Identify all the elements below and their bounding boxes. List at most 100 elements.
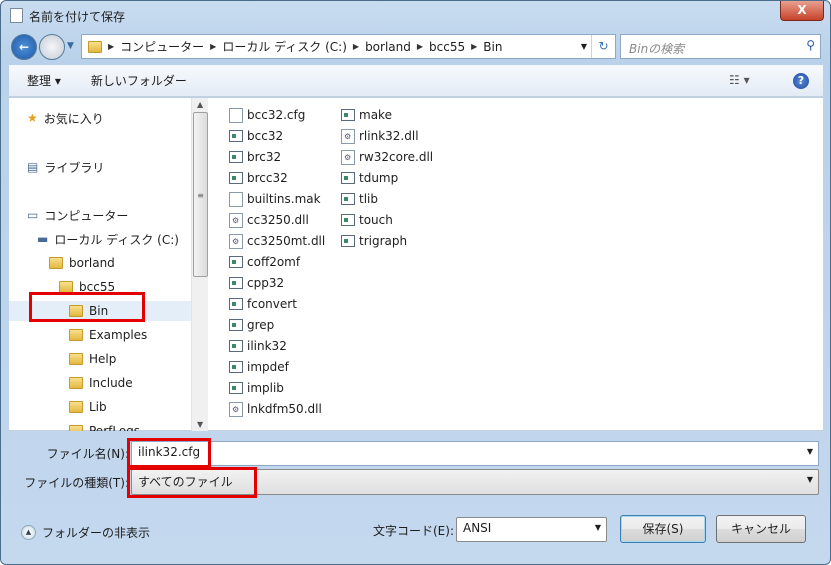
refresh-icon[interactable]: ↻: [591, 35, 615, 58]
window-title: 名前を付けて保存: [29, 10, 126, 24]
organize-button[interactable]: 整理 ▾: [27, 72, 61, 89]
file-item[interactable]: brcc32: [229, 168, 288, 188]
tree-item-label: Lib: [89, 400, 107, 414]
tree-item[interactable]: ▭ コンピューター: [27, 205, 128, 225]
file-item[interactable]: bcc32: [229, 126, 283, 146]
scroll-down-icon[interactable]: ▼: [197, 420, 203, 429]
highlight-box: [127, 467, 257, 498]
scrollbar-thumb[interactable]: ≡: [193, 112, 208, 277]
file-list: bcc32.cfg bcc32 brc32 brcc32 builtins.mak cc3…: [208, 98, 823, 431]
file-item[interactable]: fconvert: [229, 294, 297, 314]
file-item[interactable]: make: [341, 105, 392, 125]
file-name: cc3250.dll: [247, 213, 309, 227]
tree-item[interactable]: PerfLogs: [69, 421, 140, 431]
chevron-right-icon[interactable]: ▶: [471, 42, 477, 51]
filetype-dropdown-icon[interactable]: ▼: [807, 475, 813, 484]
forward-button[interactable]: [39, 34, 65, 60]
file-item[interactable]: rw32core.dll: [341, 147, 433, 167]
file-item[interactable]: tdump: [341, 168, 398, 188]
breadcrumb-bin[interactable]: Bin: [483, 40, 502, 54]
tree-item[interactable]: ▬ ローカル ディスク (C:): [37, 229, 179, 249]
breadcrumb-borland[interactable]: borland: [365, 40, 411, 54]
encoding-dropdown-icon[interactable]: ▼: [595, 523, 601, 532]
tree-item-label: Examples: [89, 328, 148, 342]
star-icon: ★: [27, 111, 38, 125]
file-name: coff2omf: [247, 255, 301, 269]
breadcrumb-bcc55[interactable]: bcc55: [429, 40, 465, 54]
save-as-dialog: 名前を付けて保存 X ← ▼ ▶ コンピューター ▶ ローカル ディスク (C:…: [0, 0, 831, 565]
new-folder-button[interactable]: 新しいフォルダー: [91, 72, 187, 89]
breadcrumb-computer[interactable]: コンピューター: [120, 38, 204, 55]
file-name: trigraph: [359, 234, 408, 248]
file-item[interactable]: ilink32: [229, 336, 287, 356]
search-icon[interactable]: ⚲: [806, 38, 815, 52]
search-input[interactable]: Binの検索 ⚲: [620, 34, 821, 59]
file-item[interactable]: builtins.mak: [229, 189, 321, 209]
file-item[interactable]: cpp32: [229, 273, 284, 293]
recent-pages-dropdown[interactable]: ▼: [67, 41, 74, 51]
folder-icon: [49, 257, 63, 269]
search-placeholder: Binの検索: [629, 42, 685, 56]
drive-icon: ▬: [37, 232, 49, 246]
file-item[interactable]: implib: [229, 378, 284, 398]
file-item[interactable]: impdef: [229, 357, 289, 377]
file-item[interactable]: cc3250mt.dll: [229, 231, 325, 251]
chevron-up-icon: ▲: [21, 525, 36, 540]
file-name: brcc32: [247, 171, 288, 185]
address-dropdown-icon[interactable]: ▼: [581, 42, 587, 51]
tree-item-label: Help: [89, 352, 117, 366]
file-item[interactable]: bcc32.cfg: [229, 105, 305, 125]
chevron-right-icon[interactable]: ▶: [210, 42, 216, 51]
tree-item[interactable]: ★ お気に入り: [27, 108, 104, 128]
application-icon: [229, 277, 243, 289]
file-item[interactable]: coff2omf: [229, 252, 300, 272]
chevron-right-icon[interactable]: ▶: [353, 42, 359, 51]
save-button[interactable]: 保存(S): [620, 515, 706, 543]
tree-item-label: PerfLogs: [89, 424, 141, 431]
hide-folders-toggle[interactable]: ▲ フォルダーの非表示: [21, 524, 150, 541]
file-name: brc32: [247, 150, 282, 164]
address-bar[interactable]: ▶ コンピューター ▶ ローカル ディスク (C:) ▶ borland ▶ b…: [81, 34, 616, 59]
file-item[interactable]: lnkdfm50.dll: [229, 399, 322, 419]
back-button[interactable]: ←: [11, 34, 37, 60]
application-icon: [229, 172, 243, 184]
dll-file-icon: [229, 233, 243, 249]
file-item[interactable]: tlib: [341, 189, 378, 209]
filename-input[interactable]: ilink32.cfg ▼: [131, 441, 819, 466]
encoding-select[interactable]: ANSI ▼: [456, 517, 607, 542]
tree-item-label: Include: [89, 376, 133, 390]
tree-item[interactable]: Lib: [69, 397, 107, 417]
view-options-icon[interactable]: ☷ ▾: [729, 73, 750, 87]
tree-scrollbar[interactable]: ▲ ≡ ▼: [191, 98, 208, 431]
file-item[interactable]: rlink32.dll: [341, 126, 419, 146]
breadcrumb-local-disk[interactable]: ローカル ディスク (C:): [222, 38, 347, 55]
chevron-right-icon[interactable]: ▶: [108, 42, 114, 51]
tree-item-label: borland: [69, 256, 115, 270]
application-icon: [229, 256, 243, 268]
chevron-right-icon[interactable]: ▶: [417, 42, 423, 51]
file-item[interactable]: brc32: [229, 147, 281, 167]
tree-item-label: ライブラリ: [44, 160, 105, 175]
file-item[interactable]: grep: [229, 315, 274, 335]
scroll-up-icon[interactable]: ▲: [197, 100, 203, 109]
tree-item[interactable]: ▤ ライブラリ: [27, 157, 104, 177]
file-item[interactable]: trigraph: [341, 231, 407, 251]
file-name: cc3250mt.dll: [247, 234, 326, 248]
tree-item[interactable]: Help: [69, 349, 116, 369]
computer-icon: ▭: [27, 208, 39, 222]
file-name: builtins.mak: [247, 192, 321, 206]
close-button[interactable]: X: [780, 1, 824, 21]
tree-item[interactable]: Examples: [69, 325, 147, 345]
highlight-box: [29, 292, 145, 322]
file-item[interactable]: touch: [341, 210, 393, 230]
file-name: lnkdfm50.dll: [247, 402, 322, 416]
tree-item[interactable]: Include: [69, 373, 133, 393]
file-item[interactable]: cc3250.dll: [229, 210, 309, 230]
tree-item[interactable]: borland: [49, 253, 115, 273]
filename-dropdown-icon[interactable]: ▼: [807, 447, 813, 456]
file-name: tdump: [359, 171, 399, 185]
application-icon: [229, 298, 243, 310]
help-icon[interactable]: ?: [793, 73, 809, 89]
folder-icon: [69, 425, 83, 431]
cancel-button[interactable]: キャンセル: [716, 515, 806, 543]
